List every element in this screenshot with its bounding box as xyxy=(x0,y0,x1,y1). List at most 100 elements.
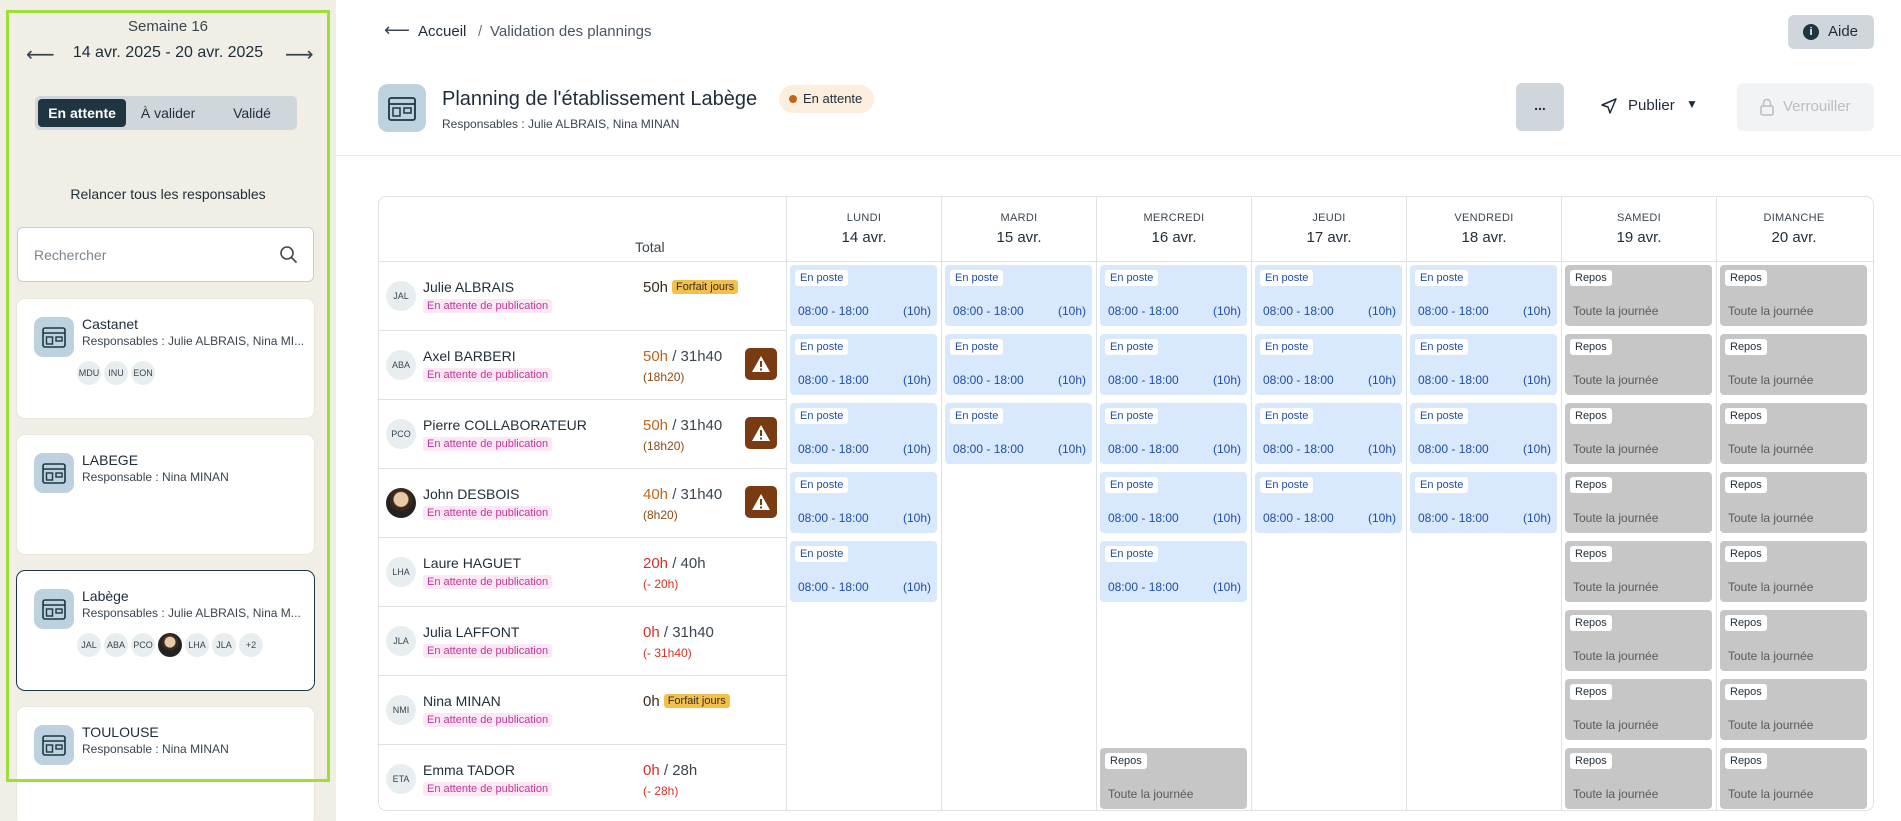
back-button[interactable]: ⟵ xyxy=(384,20,410,41)
rest-cell[interactable]: Repos Toute la journée xyxy=(1565,472,1712,533)
shift-cell[interactable]: En poste 08:00 - 18:00 (10h) xyxy=(945,334,1092,395)
tab-valide[interactable]: Validé xyxy=(210,99,294,127)
rest-cell[interactable]: Repos Toute la journée xyxy=(1720,748,1867,809)
employee-row[interactable]: LHA Laure HAGUET En attente de publication… xyxy=(379,537,786,606)
hours-planned: 50h xyxy=(643,348,669,365)
employee-row[interactable]: JLA Julia LAFFONT En attente de publicatio… xyxy=(379,606,786,675)
shift-time: 08:00 - 18:00 xyxy=(1418,373,1489,387)
help-button[interactable]: i Aide xyxy=(1788,15,1874,49)
rest-cell[interactable]: Repos Toute la journée xyxy=(1565,610,1712,671)
shift-duration: (10h) xyxy=(1212,511,1241,525)
shift-time: 08:00 - 18:00 xyxy=(798,442,869,456)
shift-cell[interactable]: En poste 08:00 - 18:00 (10h) xyxy=(790,541,937,602)
employee-row[interactable]: NMI Nina MINAN En attente de publication 0h… xyxy=(379,675,786,744)
establishment-name: Castanet xyxy=(82,316,139,332)
shift-cell[interactable]: En poste 08:00 - 18:00 (10h) xyxy=(1100,265,1247,326)
rest-cell[interactable]: Repos Toute la journée xyxy=(1720,403,1867,464)
rest-cell[interactable]: Repos Toute la journée xyxy=(1565,541,1712,602)
tab-a-valider[interactable]: À valider xyxy=(126,99,210,127)
shift-cell[interactable]: En poste 08:00 - 18:00 (10h) xyxy=(1100,403,1247,464)
shift-time: 08:00 - 18:00 xyxy=(1263,373,1334,387)
day-name: MARDI xyxy=(1000,212,1038,224)
avatar: JAL xyxy=(386,281,416,311)
employee-row[interactable]: John DESBOIS En attente de publication 40h… xyxy=(379,468,786,537)
more-button[interactable]: ... xyxy=(1516,83,1564,131)
rest-cell[interactable]: Repos Toute la journée xyxy=(1565,334,1712,395)
column-divider xyxy=(1716,197,1717,810)
shift-time: 08:00 - 18:00 xyxy=(953,304,1024,318)
rest-label: Repos xyxy=(1570,270,1612,286)
rest-label: Repos xyxy=(1570,615,1612,631)
employee-name: Nina MINAN xyxy=(423,693,501,709)
shift-time: 08:00 - 18:00 xyxy=(1418,442,1489,456)
shift-cell[interactable]: En poste 08:00 - 18:00 (10h) xyxy=(790,472,937,533)
shift-cell[interactable]: En poste 08:00 - 18:00 (10h) xyxy=(790,265,937,326)
shift-cell[interactable]: En poste 08:00 - 18:00 (10h) xyxy=(945,265,1092,326)
shift-time: 08:00 - 18:00 xyxy=(1108,511,1179,525)
day-header: VENDREDI 18 avr. xyxy=(1406,197,1561,261)
rest-cell[interactable]: Repos Toute la journée xyxy=(1565,679,1712,740)
relaunch-all-button[interactable]: Relancer tous les responsables xyxy=(0,186,336,202)
shift-cell[interactable]: En poste 08:00 - 18:00 (10h) xyxy=(1100,541,1247,602)
rest-time: Toute la journée xyxy=(1573,442,1659,456)
rest-label: Repos xyxy=(1570,753,1612,769)
forfait-badge: Forfait jours xyxy=(672,280,739,294)
avatar xyxy=(158,633,182,657)
rest-label: Repos xyxy=(1725,477,1767,493)
shift-cell[interactable]: En poste 08:00 - 18:00 (10h) xyxy=(1255,472,1402,533)
rest-cell[interactable]: Repos Toute la journée xyxy=(1100,748,1247,809)
establishment-card[interactable]: LABEGE Responsable : Nina MINAN xyxy=(17,435,314,554)
employee-row[interactable]: PCO Pierre COLLABORATEUR En attente de pub… xyxy=(379,399,786,468)
employee-row[interactable]: ABA Axel BARBERI En attente de publication… xyxy=(379,330,786,399)
shift-duration: (10h) xyxy=(1057,304,1086,318)
rest-cell[interactable]: Repos Toute la journée xyxy=(1565,403,1712,464)
shift-cell[interactable]: En poste 08:00 - 18:00 (10h) xyxy=(1255,334,1402,395)
day-name: SAMEDI xyxy=(1617,212,1661,224)
avatar: LHA xyxy=(386,557,416,587)
shift-cell[interactable]: En poste 08:00 - 18:00 (10h) xyxy=(1410,403,1557,464)
establishment-responsables: Responsables : Julie ALBRAIS, Nina MI... xyxy=(82,334,305,348)
lock-label: Verrouiller xyxy=(1783,98,1851,115)
lock-button[interactable]: Verrouiller xyxy=(1737,83,1874,131)
shift-cell[interactable]: En poste 08:00 - 18:00 (10h) xyxy=(1255,265,1402,326)
tab-en-attente[interactable]: En attente xyxy=(38,99,127,127)
shift-cell[interactable]: En poste 08:00 - 18:00 (10h) xyxy=(1410,334,1557,395)
warning-icon[interactable] xyxy=(745,348,777,380)
establishment-card[interactable]: TOULOUSE Responsable : Nina MINAN xyxy=(17,707,314,821)
rest-cell[interactable]: Repos Toute la journée xyxy=(1720,541,1867,602)
shift-cell[interactable]: En poste 08:00 - 18:00 (10h) xyxy=(945,403,1092,464)
hours-planned: 0h xyxy=(643,693,660,710)
rest-label: Repos xyxy=(1570,408,1612,424)
rest-cell[interactable]: Repos Toute la journée xyxy=(1720,472,1867,533)
establishment-card[interactable]: Labège Responsables : Julie ALBRAIS, Nina… xyxy=(17,571,314,690)
employee-row[interactable]: ETA Emma TADOR En attente de publication 0h… xyxy=(379,744,786,810)
rest-cell[interactable]: Repos Toute la journée xyxy=(1565,265,1712,326)
rest-cell[interactable]: Repos Toute la journée xyxy=(1720,610,1867,671)
employee-status-badge: En attente de publication xyxy=(423,644,553,658)
shift-cell[interactable]: En poste 08:00 - 18:00 (10h) xyxy=(1100,472,1247,533)
shift-time: 08:00 - 18:00 xyxy=(1263,304,1334,318)
rest-cell[interactable]: Repos Toute la journée xyxy=(1720,679,1867,740)
search-input[interactable]: Rechercher xyxy=(17,227,314,282)
rest-cell[interactable]: Repos Toute la journée xyxy=(1720,334,1867,395)
next-week-button[interactable]: ⟶ xyxy=(285,44,314,66)
shift-time: 08:00 - 18:00 xyxy=(1108,580,1179,594)
employee-name: Pierre COLLABORATEUR xyxy=(423,417,587,433)
shift-cell[interactable]: En poste 08:00 - 18:00 (10h) xyxy=(1410,265,1557,326)
rest-cell[interactable]: Repos Toute la journée xyxy=(1565,748,1712,809)
rest-cell[interactable]: Repos Toute la journée xyxy=(1720,265,1867,326)
day-name: LUNDI xyxy=(846,212,882,224)
shift-cell[interactable]: En poste 08:00 - 18:00 (10h) xyxy=(790,334,937,395)
shift-cell[interactable]: En poste 08:00 - 18:00 (10h) xyxy=(1410,472,1557,533)
day-header: LUNDI 14 avr. xyxy=(786,197,941,261)
establishment-card[interactable]: Castanet Responsables : Julie ALBRAIS, Ni… xyxy=(17,299,314,418)
publish-label: Publier xyxy=(1628,97,1675,114)
employee-row[interactable]: JAL Julie ALBRAIS En attente de publicatio… xyxy=(379,261,786,330)
shift-label: En poste xyxy=(1415,408,1469,424)
warning-icon[interactable] xyxy=(745,486,777,518)
warning-icon[interactable] xyxy=(745,417,777,449)
shift-cell[interactable]: En poste 08:00 - 18:00 (10h) xyxy=(1100,334,1247,395)
shift-cell[interactable]: En poste 08:00 - 18:00 (10h) xyxy=(1255,403,1402,464)
shift-cell[interactable]: En poste 08:00 - 18:00 (10h) xyxy=(790,403,937,464)
breadcrumb-home[interactable]: Accueil xyxy=(418,23,466,40)
